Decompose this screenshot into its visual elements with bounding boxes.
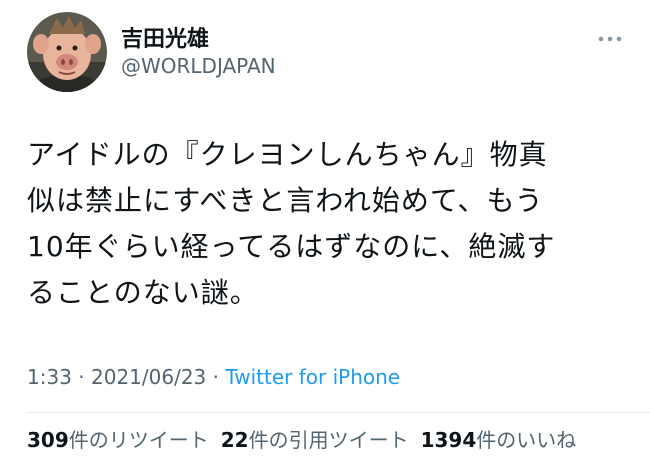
tweet-metadata: 1:33 · 2021/06/23 · Twitter for iPhone — [27, 363, 400, 391]
retweet-count: 309 — [27, 428, 69, 452]
tweet-text-line: アイドルの『クレヨンしんちゃん』物真 — [27, 138, 548, 171]
separator: · — [78, 365, 85, 389]
author-display-name[interactable]: 吉田光雄 — [121, 27, 209, 53]
author-handle[interactable]: @WORLDJAPAN — [121, 54, 276, 78]
retweets-stat[interactable]: 309件のリツイート — [27, 426, 209, 454]
divider — [27, 412, 650, 413]
quotes-stat[interactable]: 22件の引用ツイート — [221, 426, 409, 454]
tweet-text-line: ることのない謎。 — [27, 276, 259, 309]
more-options-button[interactable] — [593, 28, 627, 50]
tweet-stats: 309件のリツイート 22件の引用ツイート 1394件のいいね — [27, 426, 588, 454]
tweet-date[interactable]: 2021/06/23 — [91, 365, 206, 389]
quote-label: 件の引用ツイート — [248, 428, 409, 452]
retweet-label: 件のリツイート — [68, 428, 209, 452]
tweet-time[interactable]: 1:33 — [27, 365, 72, 389]
like-label: 件のいいね — [476, 428, 577, 452]
pig-avatar-icon — [27, 12, 107, 92]
tweet-source-link[interactable]: Twitter for iPhone — [225, 365, 400, 389]
tweet-text-line: 似は禁止にすべきと言われ始めて、もう — [27, 184, 544, 217]
quote-count: 22 — [220, 428, 249, 452]
separator: · — [212, 365, 219, 389]
likes-stat[interactable]: 1394件のいいね — [421, 426, 577, 454]
more-horizontal-icon — [598, 36, 622, 42]
like-count: 1394 — [420, 428, 477, 452]
tweet-text: アイドルの『クレヨンしんちゃん』物真 似は禁止にすべきと言われ始めて、もう 10… — [27, 132, 627, 316]
tweet-text-line: 10年ぐらい経ってるはずなのに、絶滅す — [27, 230, 556, 263]
avatar[interactable] — [27, 12, 107, 92]
